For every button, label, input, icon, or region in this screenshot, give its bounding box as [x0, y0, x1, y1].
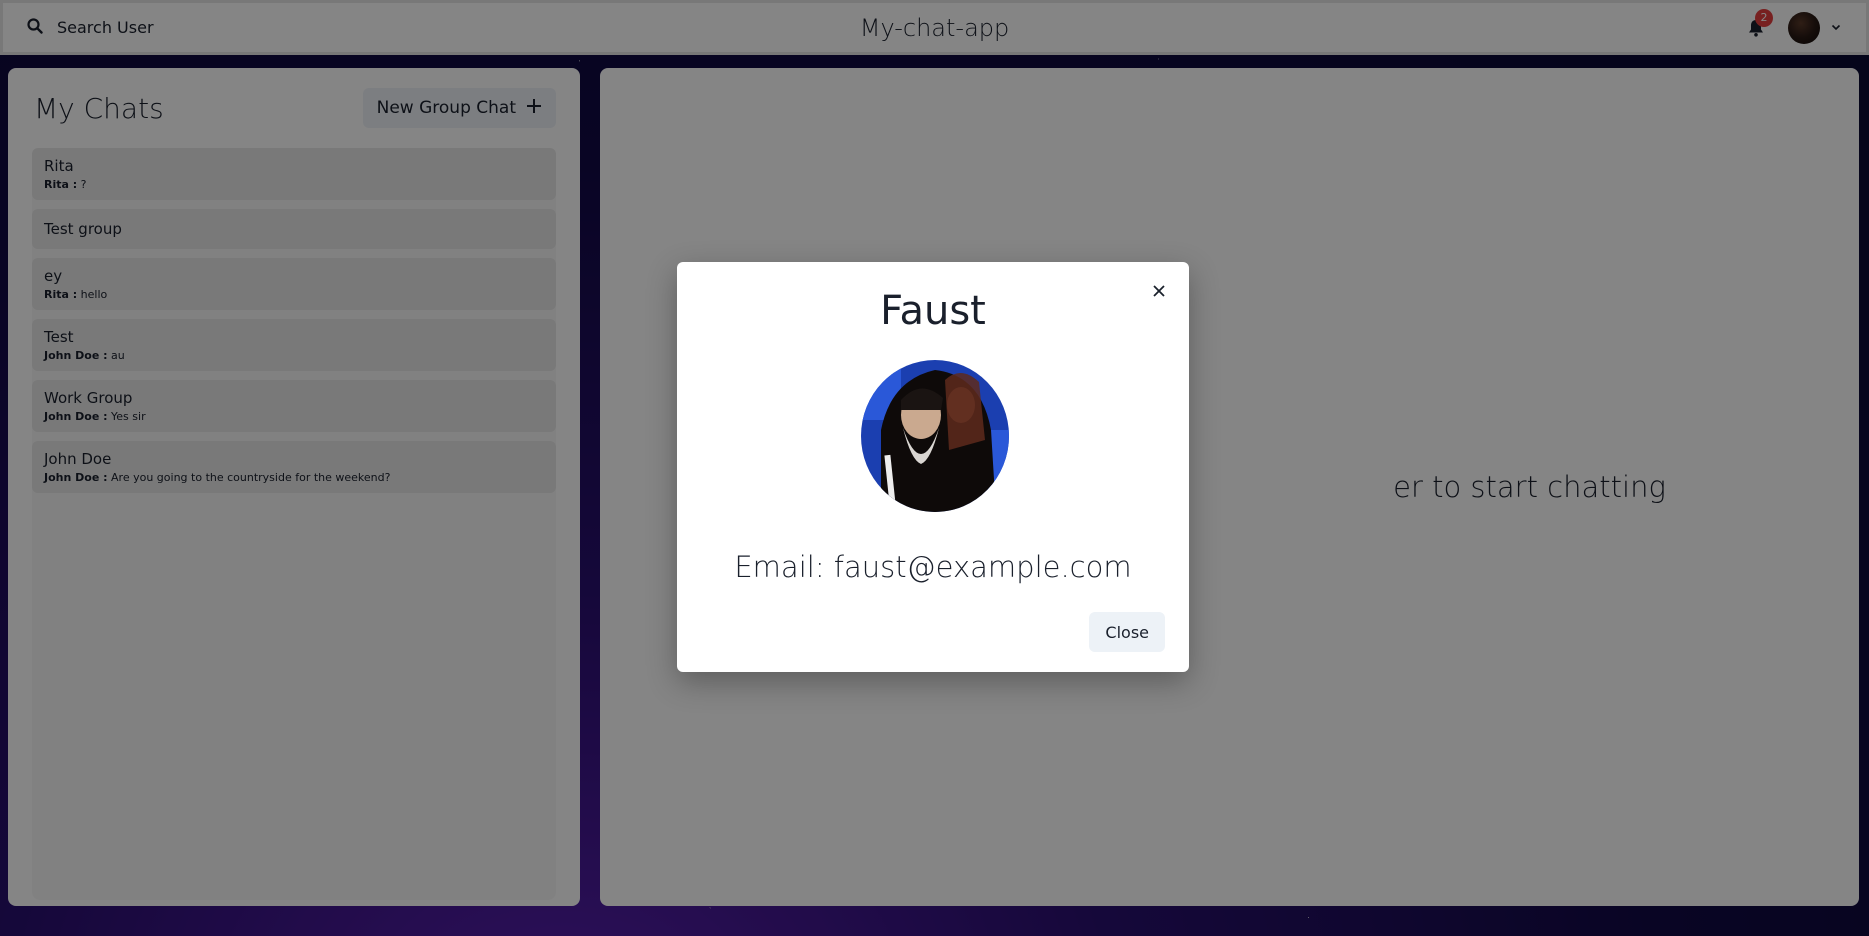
- modal-title: Faust: [880, 288, 986, 334]
- profile-modal: Faust Email: faust@example.com Close: [677, 262, 1189, 672]
- profile-email: Email: faust@example.com: [734, 550, 1132, 584]
- profile-picture: [861, 360, 1009, 512]
- close-icon: [1152, 283, 1166, 302]
- close-button[interactable]: Close: [1089, 612, 1165, 652]
- modal-close-x-button[interactable]: [1143, 276, 1175, 308]
